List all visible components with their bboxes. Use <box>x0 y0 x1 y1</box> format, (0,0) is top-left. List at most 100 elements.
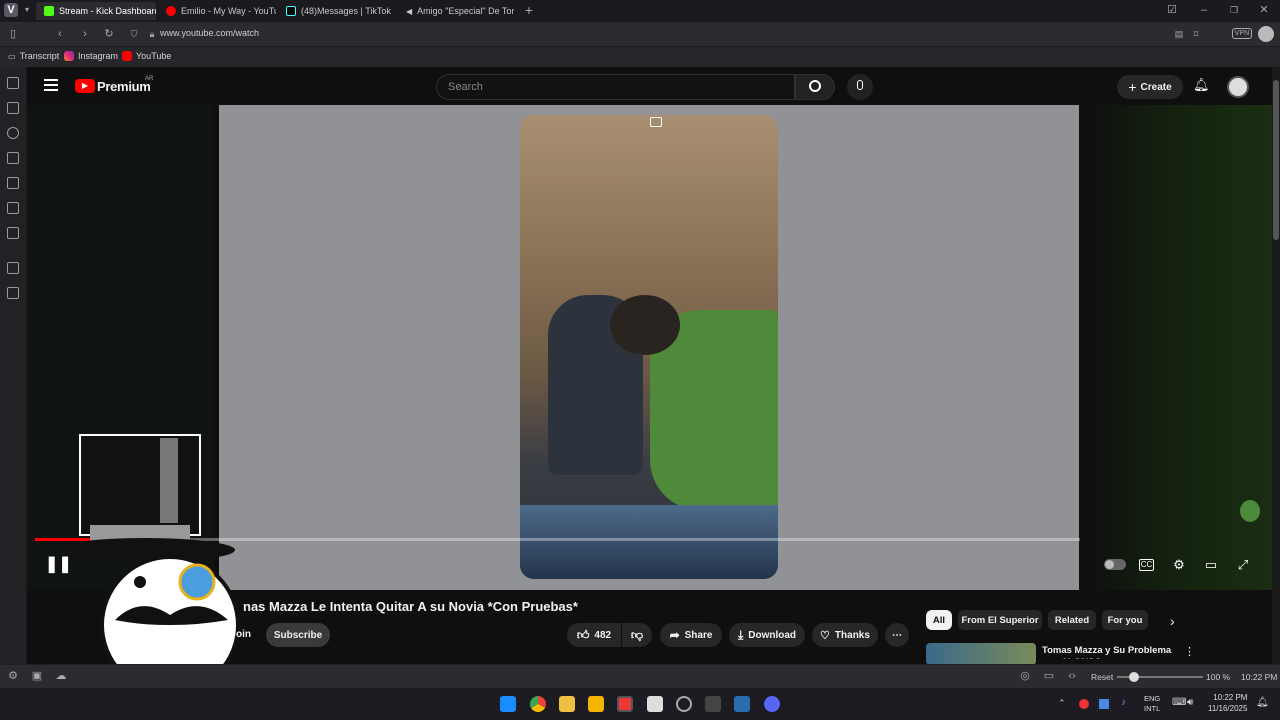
bookmarks-panel-icon[interactable] <box>7 77 19 89</box>
translate-panel-icon[interactable] <box>7 177 19 189</box>
discord-icon[interactable] <box>764 696 780 712</box>
settings-icon[interactable]: ⚙ <box>6 669 20 683</box>
url-field[interactable]: www.youtube.com/watch <box>160 28 259 38</box>
window-panel-icon[interactable]: ▣ <box>30 669 44 683</box>
settings-gear-icon[interactable]: ⚙ <box>1171 557 1187 573</box>
minimize-icon[interactable]: – <box>1197 3 1211 17</box>
autoplay-toggle[interactable] <box>1104 559 1126 570</box>
reading-list-icon[interactable] <box>7 227 19 239</box>
chips-next-icon[interactable]: › <box>1170 613 1175 629</box>
chip-all[interactable]: All <box>926 610 952 630</box>
new-tab-icon[interactable]: + <box>522 3 536 17</box>
search-button[interactable] <box>795 74 835 100</box>
recommendation-thumbnail[interactable] <box>926 643 1036 665</box>
notification-bell-icon[interactable]: 🔔︎ <box>1256 697 1269 708</box>
tiling-icon[interactable]: ▭ <box>1042 669 1056 683</box>
thanks-heart-icon: ♡ <box>820 629 830 642</box>
restore-icon[interactable]: ❐ <box>1227 3 1241 17</box>
more-actions-icon[interactable]: ⋯ <box>885 623 909 647</box>
fullscreen-icon[interactable]: ⤢ <box>1235 557 1251 573</box>
chip-related[interactable]: Related <box>1048 610 1096 630</box>
profile-avatar[interactable] <box>1258 26 1274 42</box>
download-button[interactable]: ⤓ Download <box>729 623 805 647</box>
file-explorer-icon[interactable] <box>559 696 575 712</box>
youtube-logo-icon[interactable]: ▶ <box>75 79 95 93</box>
document-app-icon[interactable] <box>647 696 663 712</box>
hamburger-menu-icon[interactable] <box>44 79 58 91</box>
miniplayer-icon[interactable] <box>650 117 662 127</box>
chip-from-el-superior[interactable]: From El Superior <box>958 610 1042 630</box>
vivaldi-alt-icon[interactable] <box>705 696 721 712</box>
mic-tray-icon[interactable]: ♪ <box>1121 697 1126 708</box>
close-icon[interactable]: ✕ <box>1257 3 1271 17</box>
panel-toggle-icon[interactable]: ▯ <box>6 27 20 41</box>
forward-icon[interactable]: › <box>78 27 92 41</box>
mail-panel-icon[interactable] <box>7 202 19 214</box>
captions-icon[interactable]: CC <box>1139 559 1154 571</box>
pause-icon[interactable]: ❚❚ <box>45 557 72 573</box>
zoom-slider[interactable] <box>1117 672 1203 682</box>
tab-youtube-emilio[interactable]: Emilio - My Way - YouTube <box>158 2 276 20</box>
bookmark-instagram[interactable]: Instagram <box>64 51 118 61</box>
voice-search-button[interactable] <box>847 74 873 100</box>
vivaldi-taskbar-icon[interactable] <box>617 696 633 712</box>
subscribe-button[interactable]: Subscribe <box>266 623 330 647</box>
chevron-down-icon[interactable]: ▾ <box>20 3 34 17</box>
create-button[interactable]: + Create <box>1117 75 1183 99</box>
bookmark-icon[interactable]: ⌑ <box>1189 27 1203 41</box>
youtube-premium-logo[interactable]: Premium <box>97 79 151 94</box>
like-button[interactable]: 👍︎ 482 <box>567 623 621 647</box>
theater-mode-icon[interactable]: ▭ <box>1203 557 1219 573</box>
code-icon[interactable]: ‹› <box>1065 669 1079 683</box>
bookmark-youtube[interactable]: YouTube <box>122 51 171 61</box>
windows-start-icon[interactable] <box>500 696 516 712</box>
chip-for-you[interactable]: For you <box>1102 610 1148 630</box>
vpn-icon[interactable]: VPN <box>1232 28 1252 39</box>
tab-amigo-especial[interactable]: ◀ Amigo "Especial" De Tomas <box>398 2 514 20</box>
tray-app-icon[interactable] <box>1099 699 1109 709</box>
image-app-icon[interactable] <box>734 696 750 712</box>
recommendation-menu-icon[interactable]: ⋮ <box>1184 645 1195 658</box>
input-language-indicator[interactable]: ENG INTL <box>1144 694 1160 714</box>
recommendation-title[interactable]: Tomas Mazza y Su Problema con ALONSO <box>1042 645 1172 659</box>
share-button[interactable]: ➦ Share <box>660 623 722 647</box>
record-tray-icon[interactable] <box>1079 699 1089 709</box>
instagram-icon <box>64 51 74 61</box>
join-button[interactable]: oin <box>236 629 251 640</box>
reader-icon[interactable]: ▤ <box>1172 27 1186 41</box>
vivaldi-menu-icon[interactable]: V <box>4 3 18 17</box>
zoom-slider-handle[interactable] <box>1129 672 1139 682</box>
add-panel-icon[interactable] <box>7 287 19 299</box>
notifications-bell-icon[interactable]: 🔔︎ <box>1193 78 1210 92</box>
notes-app-icon[interactable] <box>588 696 604 712</box>
cloud-sync-icon[interactable]: ☁ <box>54 669 68 683</box>
volume-icon[interactable]: 🔊︎ <box>1187 697 1193 708</box>
dislike-button[interactable]: 👎︎ <box>622 623 652 647</box>
tab-tiktok-messages[interactable]: (48)Messages | TikTok <box>278 2 396 20</box>
vivaldi-web-panel-icon[interactable] <box>7 262 19 274</box>
back-icon[interactable]: ‹ <box>53 27 67 41</box>
network-icon[interactable]: ⌨ <box>1172 697 1186 708</box>
thanks-button[interactable]: ♡ Thanks <box>812 623 878 647</box>
taskbar-clock[interactable]: 10:22 PM 11/16/2025 <box>1208 692 1247 714</box>
reload-icon[interactable]: ↻ <box>102 27 116 41</box>
channel-avatar[interactable] <box>1227 76 1249 98</box>
frog-sticker-icon <box>1240 500 1260 522</box>
history-panel-icon[interactable] <box>7 127 19 139</box>
share-arrow-icon: ➦ <box>669 628 680 642</box>
downloads-panel-icon[interactable] <box>7 102 19 114</box>
chrome-icon[interactable] <box>530 696 546 712</box>
capture-icon[interactable]: ◎ <box>1018 669 1032 683</box>
zoom-reset-button[interactable]: Reset <box>1091 672 1113 682</box>
status-clock: 10:22 PM <box>1241 672 1278 682</box>
tab-overview-icon[interactable]: ☑ <box>1165 3 1179 17</box>
notes-panel-icon[interactable] <box>7 152 19 164</box>
browser-tab-bar: V ▾ Stream - Kick Dashboard Emilio - My … <box>0 0 1280 22</box>
scrollbar-thumb[interactable] <box>1273 80 1279 240</box>
search-input[interactable]: Search <box>436 74 795 100</box>
tray-overflow-icon[interactable]: ⌃ <box>1058 698 1066 709</box>
app-circle-icon[interactable] <box>676 696 692 712</box>
shield-icon[interactable]: ⛉ <box>127 27 141 41</box>
tab-kick-dashboard[interactable]: Stream - Kick Dashboard <box>36 2 156 20</box>
bookmark-transcript[interactable]: ▭ Transcript <box>8 51 59 61</box>
